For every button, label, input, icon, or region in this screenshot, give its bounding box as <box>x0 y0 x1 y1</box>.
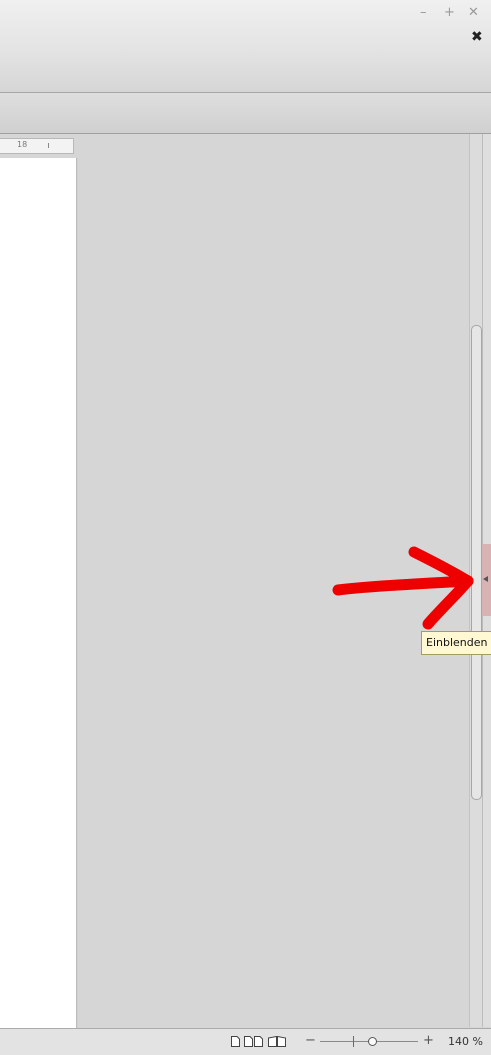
zoom-slider-center-mark <box>353 1036 354 1047</box>
window-close-button[interactable]: ✕ <box>468 6 479 20</box>
sidebar-show-button[interactable] <box>482 544 491 616</box>
red-arrow-annotation <box>330 540 475 636</box>
zoom-in-button[interactable]: + <box>423 1033 434 1048</box>
title-bar: – + ✕ ✖ <box>0 0 491 93</box>
maximize-button[interactable]: + <box>444 6 455 20</box>
document-page[interactable] <box>0 158 76 1028</box>
minimize-button[interactable]: – <box>420 6 427 20</box>
book-view-icon[interactable] <box>268 1036 286 1047</box>
ruler-number: 18 <box>17 140 28 149</box>
zoom-percentage[interactable]: 140 % <box>448 1035 483 1048</box>
close-document-button[interactable]: ✖ <box>471 29 483 45</box>
zoom-out-button[interactable]: − <box>305 1033 316 1048</box>
tooltip: Einblenden <box>421 631 491 655</box>
two-page-view-icon[interactable] <box>244 1036 264 1047</box>
zoom-slider-thumb[interactable] <box>368 1037 377 1046</box>
horizontal-ruler[interactable]: 18 <box>0 138 74 154</box>
left-triangle-icon <box>483 576 488 582</box>
status-bar: − + 140 % <box>0 1028 491 1055</box>
single-page-view-icon[interactable] <box>231 1036 240 1047</box>
ruler-tick <box>48 143 49 148</box>
toolbar <box>0 93 491 134</box>
